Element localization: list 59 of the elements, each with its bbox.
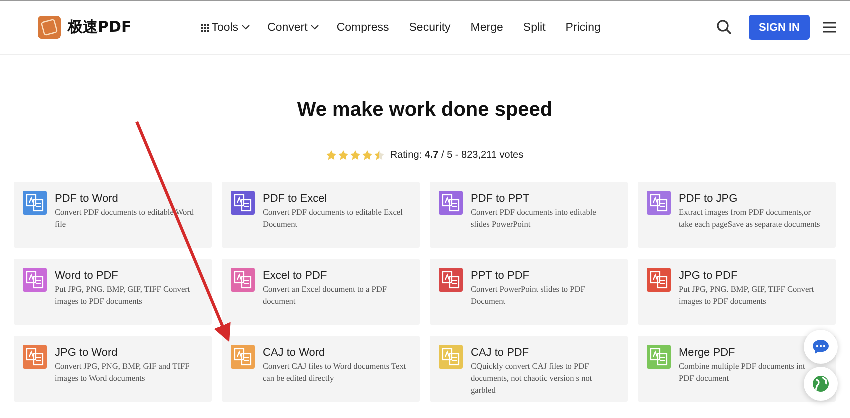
tool-card[interactable]: PDF to Excel Convert PDF documents to editable Excel Document [222,182,420,248]
caret-icon [310,25,319,30]
tool-description: Put JPG, PNG. BMP, GIF, TIFF Convert images to PDF documents [55,284,190,308]
star-icon [374,150,386,160]
nav-menu[interactable]: Convert [268,22,319,34]
tool-title: Excel to PDF [263,270,328,283]
brand-name[interactable]: 极速PDF [68,18,132,37]
grid-icon [200,24,209,32]
tool-card[interactable]: CAJ to Word Convert CAJ files to Word documents Text can be edited directly [222,336,420,402]
tool-title: PPT to PDF [471,270,530,283]
tool-description: Convert JPG, PNG, BMP, GIF and TIFF images to Word documents [55,361,190,385]
tool-card[interactable]: PDF to PPT Convert PDF documents into editable slides PowerPoint [430,182,628,248]
star-icon [350,150,362,160]
nav-link[interactable]: Security [409,22,451,34]
tool-card[interactable]: JPG to PDF Put JPG, PNG. BMP, GIF, TIFF Convert images to PDF documents [638,259,836,325]
tool-description: Convert an Excel document to a PDF document [263,284,387,308]
tool-title: Word to PDF [55,270,120,283]
tool-title: PDF to Word [55,193,120,206]
tool-title: Merge PDF [679,347,736,360]
tool-card[interactable]: PPT to PDF Convert PowerPoint slides to PDF Document [430,259,628,325]
tool-description: Convert CAJ files to Word documents Text can be edited directly [263,361,406,385]
star-icon [326,150,338,160]
tool-title: PDF to PPT [471,193,531,206]
chat-icon [812,339,830,355]
tool-card[interactable]: JPG to Word Convert JPG, PNG, BMP, GIF and TIFF images to Word documents [14,336,212,402]
tool-card[interactable]: Word to PDF Put JPG, PNG. BMP, GIF, TIFF Convert images to PDF documents [14,259,212,325]
page-title: We make work done speed [297,99,553,122]
tool-description: Convert PDF documents to editable Word file [55,207,194,231]
sign-in-button[interactable]: SIGN IN [749,15,810,40]
caret-icon [242,25,250,30]
tool-title: PDF to Excel [263,193,328,206]
tool-description: Put JPG, PNG. BMP, GIF, TIFF Convert images to PDF documents [679,284,814,308]
tool-title: CAJ to PDF [471,347,530,360]
tool-description: Convert PowerPoint slides to PDF Document [471,284,586,308]
tools-menu[interactable]: Tools [200,22,250,34]
globe-icon [812,375,830,393]
tool-title: CAJ to Word [263,347,326,360]
nav-link[interactable]: Split [523,22,546,34]
nav-link[interactable]: Merge [470,22,504,34]
tool-description: Extract images from PDF documents,or take each pageSave as separate documents [679,207,820,231]
nav-link[interactable]: Pricing [566,22,601,34]
tool-description: CQuickly convert CAJ files to PDF documents, not chaotic version s not garbled [471,361,592,397]
tool-description: Convert PDF documents into editable slides PowerPoint [471,207,596,231]
tool-card[interactable]: Excel to PDF Convert an Excel document to a PDF document [222,259,420,325]
tool-title: JPG to PDF [679,270,739,283]
tool-description: Convert PDF documents to editable Excel Document [263,207,403,231]
rating-text: Rating: 4.7 / 5 - 823,211 votes [390,150,524,160]
tool-title: JPG to Word [55,347,119,360]
tool-card[interactable]: CAJ to PDF CQuickly convert CAJ files to PDF documents, not chaotic version s not garbled [430,336,628,402]
nav-link[interactable]: Compress [336,22,390,34]
chat-button[interactable] [804,330,838,364]
star-icon [362,150,374,160]
tool-description: Combine multiple PDF documents int PDF document [679,361,806,385]
menu-icon[interactable] [823,22,836,33]
tool-card[interactable]: PDF to JPG Extract images from PDF documents,or take each pageSave as separate documents [638,182,836,248]
tool-card[interactable]: PDF to Word Convert PDF documents to editable Word file [14,182,212,248]
star-icon [338,150,350,160]
search-icon[interactable] [717,20,732,35]
tool-title: PDF to JPG [679,193,739,206]
